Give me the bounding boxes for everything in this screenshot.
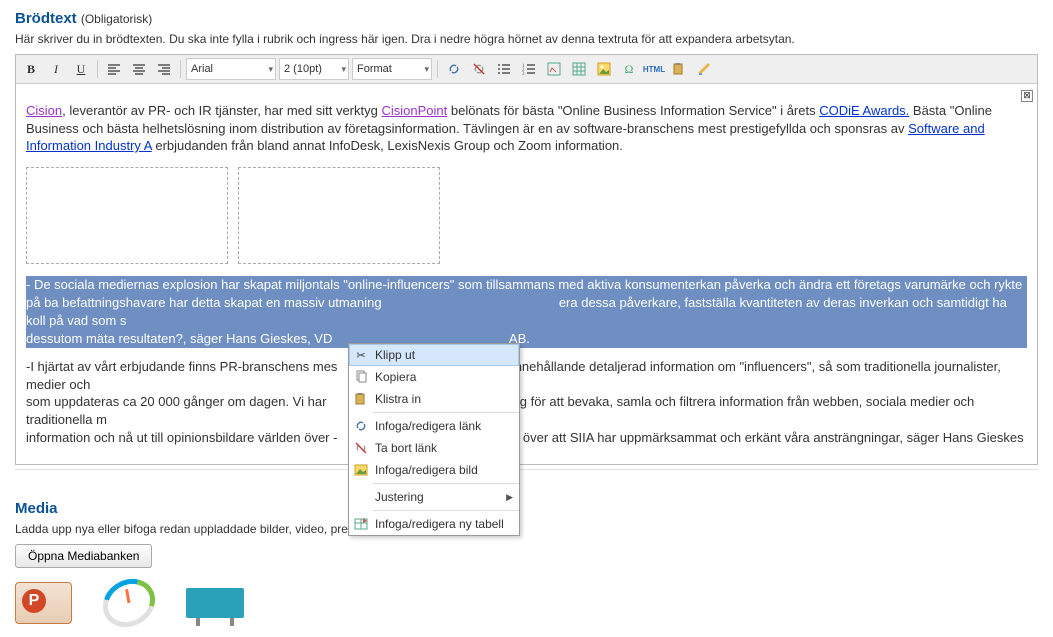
unlink-icon [353,440,369,456]
toolbar-separator [97,60,98,78]
editor-body[interactable]: ⊠ Cision, leverantör av PR- och IR tjäns… [16,84,1037,464]
paragraph-1: Cision, leverantör av PR- och IR tjänste… [26,102,1027,155]
font-family-select[interactable]: Arial [186,58,276,80]
editor-toolbar: B I U Arial 2 (10pt) Format 123 [16,55,1037,84]
table-icon [353,516,369,532]
gauge-thumbnail[interactable] [94,570,164,637]
ctx-copy[interactable]: Kopiera [349,366,519,388]
ctx-separator [373,412,519,413]
unordered-list-button[interactable] [493,58,515,80]
align-right-button[interactable] [153,58,175,80]
media-title: Media [15,500,1038,517]
insert-link-button[interactable] [443,58,465,80]
html-button[interactable]: HTML [643,58,665,80]
scissors-icon: ✂ [353,347,369,363]
align-left-button[interactable] [103,58,125,80]
ctx-paste[interactable]: Klistra in [349,388,519,410]
placeholder-box[interactable] [26,167,228,264]
font-size-select[interactable]: 2 (10pt) [279,58,349,80]
placeholder-box[interactable] [238,167,440,264]
paste-icon [353,391,369,407]
media-section: Media Ladda upp nya eller bifoga redan u… [15,500,1038,626]
ctx-insert-table[interactable]: Infoga/redigera ny tabell [349,513,519,535]
sign-thumbnail[interactable] [186,588,244,618]
help-text: Här skriver du in brödtexten. Du ska int… [15,32,1038,46]
image-placeholders [26,167,1027,264]
ctx-justify[interactable]: Justering ▶ [349,486,519,508]
link-icon [353,418,369,434]
toolbar-separator [180,60,181,78]
link-cision[interactable]: Cision [26,103,62,118]
blank-icon [353,489,369,505]
special-char-button[interactable]: Ω [618,58,640,80]
ctx-insert-link[interactable]: Infoga/redigera länk [349,415,519,437]
ppt-thumbnail[interactable] [15,582,72,624]
paste-button[interactable] [668,58,690,80]
italic-button[interactable]: I [45,58,67,80]
image-icon [353,462,369,478]
context-menu: ✂ Klipp ut Kopiera Klistra in Infoga/red… [348,343,520,536]
ctx-separator [373,510,519,511]
required-label: (Obligatorisk) [81,12,152,26]
clear-format-button[interactable] [693,58,715,80]
image-button[interactable] [593,58,615,80]
underline-button[interactable]: U [70,58,92,80]
chevron-right-icon: ▶ [506,492,513,503]
media-help: Ladda upp nya eller bifoga redan uppladd… [15,522,1038,536]
ctx-insert-image[interactable]: Infoga/redigera bild [349,459,519,481]
align-center-button[interactable] [128,58,150,80]
ctx-cut[interactable]: ✂ Klipp ut [349,344,519,366]
title-label: Brödtext [15,10,77,27]
paragraph-2: -I hjärtat av vårt erbjudande finns PR-b… [26,358,1027,446]
close-icon[interactable]: ⊠ [1021,90,1033,102]
link-codie[interactable]: CODiE Awards. [819,103,909,118]
ordered-list-button[interactable]: 123 [518,58,540,80]
divider [15,469,1038,470]
remove-link-button[interactable] [468,58,490,80]
section-title-brodtext: Brödtext (Obligatorisk) [15,10,1038,27]
toolbar-separator [437,60,438,78]
selected-text: - De sociala mediernas explosion har ska… [26,276,1027,349]
table-button[interactable] [568,58,590,80]
rich-text-editor: B I U Arial 2 (10pt) Format 123 [15,54,1038,465]
copy-icon [353,369,369,385]
bold-button[interactable]: B [20,58,42,80]
ctx-separator [373,483,519,484]
ctx-remove-link[interactable]: Ta bort länk [349,437,519,459]
link-cisionpoint[interactable]: CisionPoint [381,103,447,118]
svg-text:3: 3 [522,72,525,76]
open-mediabank-button[interactable]: Öppna Mediabanken [15,544,152,568]
media-thumbnails [15,580,1038,626]
format-select[interactable]: Format [352,58,432,80]
edit-icon-button[interactable] [543,58,565,80]
